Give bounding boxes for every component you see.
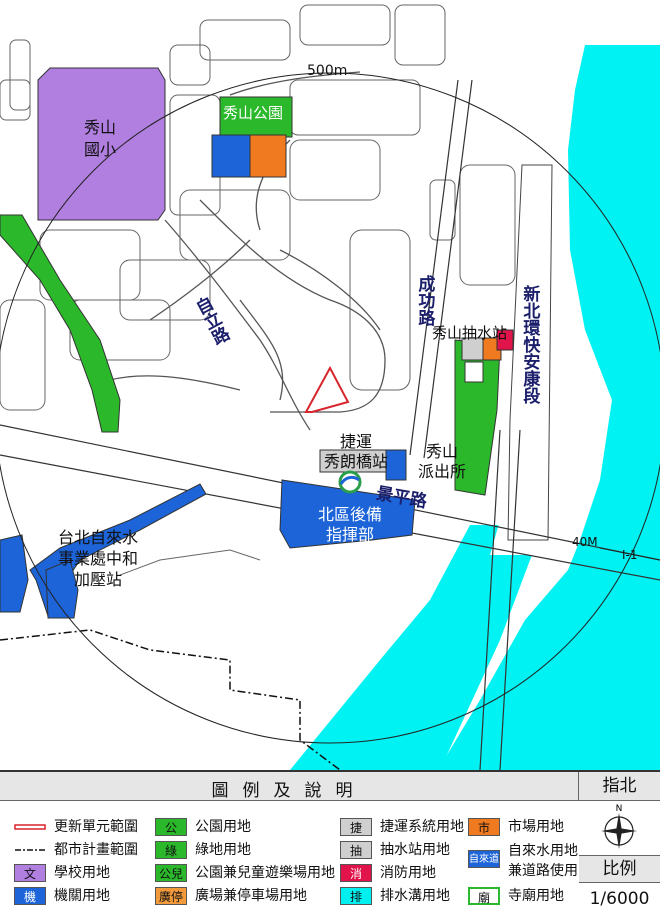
scale-header: 比例 (579, 856, 660, 883)
water-label-line1: 台北自來水 (57, 528, 138, 547)
legend-label: 廣場兼停車場用地 (195, 888, 307, 904)
legend-label-line2: 兼道路使用 (508, 863, 578, 879)
water-label-line3: 加壓站 (73, 570, 122, 589)
legend-swatch: 公兒 (155, 864, 187, 882)
north-header: 指北 (579, 772, 660, 801)
legend-swatch: 機 (14, 887, 46, 905)
command-label-line2: 指揮部 (325, 525, 374, 544)
legend-panel: 圖例及說明 指北 N 比例 1/6000 更新單元範圍 都市計畫範圍 文 學校用… (0, 770, 660, 915)
redline-swatch-icon (14, 824, 46, 830)
market-parcel-park (249, 134, 287, 178)
legend-label: 捷運系統用地 (380, 819, 464, 835)
legend-label: 更新單元範圍 (54, 819, 138, 835)
legend-header: 圖例及說明 (0, 772, 579, 801)
legend-label: 綠地用地 (195, 842, 251, 858)
legend-swatch: 市 (468, 818, 500, 836)
legend-swatch: 文 (14, 864, 46, 882)
land-use-map: 500m 秀山 國小 秀山公園 自立路 成功路 新北環快安康段 秀山抽水站 捷運… (0, 0, 660, 771)
pump-station-label: 秀山抽水站 (432, 324, 508, 342)
legend-swatch: 自來道 (468, 850, 500, 868)
legend-swatch: 排 (340, 887, 372, 905)
dashline-swatch-icon (15, 849, 45, 851)
compass-icon: N (601, 804, 637, 849)
legend-swatch: 捷 (340, 818, 372, 836)
renewal-unit-boundary (304, 365, 350, 413)
command-label-line1: 北區後備 (317, 505, 382, 524)
green-belt (0, 214, 121, 433)
chenggong-road-label: 成功路 (414, 275, 435, 326)
legend-swatch: 廣停 (155, 887, 187, 905)
map-canvas (0, 4, 660, 771)
mrt-label-line1: 捷運 (339, 432, 372, 451)
legend-label: 自來水用地 (508, 843, 578, 859)
pump-white (464, 361, 484, 383)
legend-swatch: 公 (155, 818, 187, 836)
mrt-logo-icon (338, 470, 362, 494)
compass-box: N (579, 801, 660, 856)
school-label-line2: 國小 (83, 140, 116, 159)
park-label: 秀山公園 (223, 104, 284, 122)
legend-label: 排水溝用地 (380, 888, 450, 904)
legend-label: 公園用地 (195, 819, 251, 835)
school-label-line1: 秀山 (83, 118, 116, 137)
legend-label: 學校用地 (54, 865, 110, 881)
legend-label: 公園兼兒童遊樂場用地 (195, 865, 335, 881)
distance-label: 500m (307, 63, 348, 79)
legend-label: 寺廟用地 (508, 888, 564, 904)
legend-label: 機關用地 (54, 888, 110, 904)
agency-parcel-park (211, 134, 253, 178)
water-label-line2: 事業處中和 (57, 549, 138, 568)
scale-value: 1/6000 (589, 889, 650, 909)
legend-label: 都市計畫範圍 (54, 842, 138, 858)
legend-swatch: 廟 (468, 887, 500, 905)
police-label-line1: 秀山 (425, 442, 458, 461)
road-width-label: 40M (572, 535, 598, 549)
road-code-label: I-1 (622, 548, 638, 562)
legend-swatch: 綠 (155, 841, 187, 859)
city-plan-boundary (0, 629, 341, 771)
water-left (0, 534, 29, 613)
mrt-label-line2: 秀朗橋站 (323, 452, 388, 471)
legend-swatch: 抽 (340, 841, 372, 859)
expressway-label: 新北環快安康段 (519, 285, 540, 404)
north-letter: N (616, 804, 623, 814)
legend-label: 抽水站用地 (380, 842, 450, 858)
legend-label: 消防用地 (380, 865, 436, 881)
legend-label: 市場用地 (508, 819, 564, 835)
legend-swatch: 消 (340, 864, 372, 882)
police-label-line2: 派出所 (417, 462, 466, 481)
legend-title: 圖例及說明 (211, 781, 367, 801)
